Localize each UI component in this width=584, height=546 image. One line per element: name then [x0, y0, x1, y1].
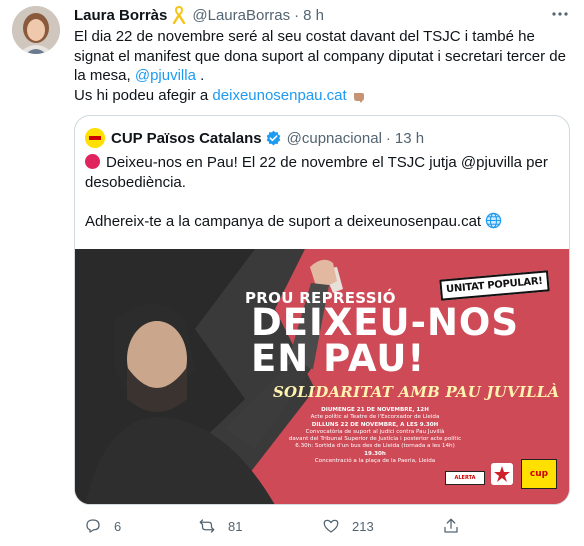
- avatar[interactable]: [12, 6, 60, 54]
- campaign-link[interactable]: deixeunosenpau.cat: [212, 87, 346, 104]
- quoted-author-name[interactable]: CUP Països Catalans: [111, 130, 262, 147]
- reply-count: 6: [114, 518, 122, 534]
- tweet[interactable]: Laura Borràs @LauraBorras · 8 h El dia 2…: [0, 0, 584, 546]
- poster-subtitle: SOLIDARITAT AMB PAU JUVILLÀ: [273, 383, 560, 401]
- pointing-hand-icon: [353, 92, 364, 102]
- retweet-button[interactable]: 81: [198, 517, 242, 535]
- more-options-icon[interactable]: [548, 2, 572, 26]
- poster-title-line2: EN PAU!: [251, 337, 426, 380]
- reply-icon: [86, 519, 100, 533]
- red-star-logo: [491, 463, 513, 485]
- yellow-ribbon-icon: [173, 6, 186, 24]
- quoted-tweet-text: Deixeu-nos en Pau! El 22 de novembre el …: [85, 153, 561, 231]
- verified-badge-icon: [266, 130, 280, 145]
- share-icon: [444, 518, 458, 533]
- quoted-tweet[interactable]: CUP Països Catalans @cupnacional · 13 h …: [74, 115, 570, 505]
- quoted-tweet-time[interactable]: 13 h: [395, 130, 424, 147]
- like-button[interactable]: 213: [322, 517, 374, 535]
- quoted-text-para1: Deixeu-nos en Pau! El 22 de novembre el …: [85, 154, 548, 191]
- poster-title-line1: DEIXEU-NOS: [251, 301, 520, 344]
- poster-events: DIUMENGE 21 DE NOVEMBRE, 12H Acte políti…: [265, 407, 485, 465]
- alerta-logo: ALERTA: [445, 471, 485, 485]
- share-button[interactable]: [442, 517, 460, 535]
- separator-dot: ·: [294, 6, 300, 24]
- reply-button[interactable]: 6: [84, 517, 121, 535]
- event2-desc3: 6.30h: Sortida d'un bus des de Lleida (t…: [295, 443, 455, 450]
- author-name[interactable]: Laura Borràs: [74, 7, 167, 24]
- mention-link[interactable]: @pjuvilla: [135, 67, 196, 84]
- cup-logo-icon: [85, 128, 105, 148]
- cup-logo: cup: [521, 459, 557, 489]
- red-circle-icon: [85, 154, 100, 169]
- event2-desc2: davant del Tribunal Superior de Justícia…: [288, 436, 462, 443]
- tweet-text: El dia 22 de novembre seré al seu costat…: [74, 27, 570, 105]
- event1-desc: Acte polític al Teatre de l'Escorxador d…: [310, 414, 440, 421]
- tweet-header: Laura Borràs @LauraBorras · 8 h: [74, 5, 324, 25]
- quoted-tweet-header: CUP Països Catalans @cupnacional · 13 h: [85, 127, 424, 149]
- avatar-photo: [12, 6, 60, 54]
- quoted-author-handle[interactable]: @cupnacional: [287, 130, 382, 147]
- poster-title: DEIXEU-NOS EN PAU!: [251, 301, 520, 380]
- like-count: 213: [352, 518, 374, 534]
- quoted-avatar[interactable]: [85, 128, 105, 148]
- retweet-count: 81: [228, 518, 243, 534]
- tweet-time[interactable]: 8 h: [303, 7, 324, 24]
- quoted-text-para2: Adhereix-te a la campanya de suport a de…: [85, 212, 482, 230]
- author-handle[interactable]: @LauraBorras: [192, 7, 290, 24]
- campaign-poster-image[interactable]: UNITAT POPULAR! PROU REPRESSIÓ DEIXEU-NO…: [75, 249, 569, 504]
- event3-desc: Concentració a la plaça de la Paeria, Ll…: [314, 458, 436, 465]
- tweet-text-line1-end: .: [195, 67, 205, 84]
- heart-icon: [323, 519, 339, 533]
- event3-date: 19.30h: [364, 450, 386, 457]
- globe-icon: [485, 212, 502, 228]
- event2-date: DILLUNS 22 DE NOVEMBRE, A LES 9.30H: [311, 421, 439, 428]
- tweet-actions: 6 81 213: [74, 516, 554, 536]
- retweet-icon: [199, 519, 215, 533]
- separator-dot: ·: [385, 129, 391, 147]
- tweet-text-line2: Us hi podeu afegir a: [74, 86, 213, 104]
